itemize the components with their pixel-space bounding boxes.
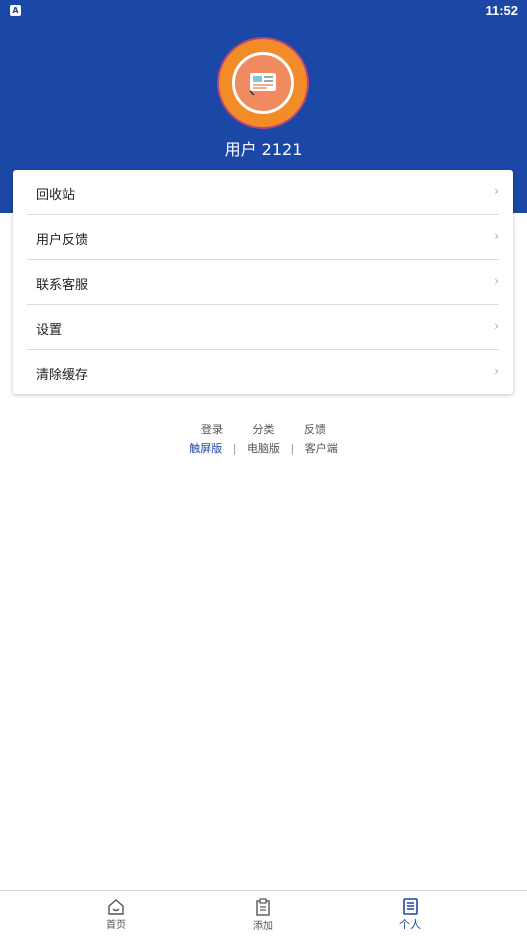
menu-item-label: 设置 [36,323,63,338]
tab-home[interactable]: 首页 [86,898,146,931]
footer-version-switcher: 触屏版 | 电脑版 | 客户端 [0,440,527,456]
tab-label: 个人 [399,918,421,931]
menu-item-label: 回收站 [36,188,76,203]
menu-item-contact-support[interactable]: 联系客服 › [27,260,499,305]
footer-link-feedback[interactable]: 反馈 [304,421,326,437]
mode-client[interactable]: 客户端 [305,440,338,456]
tab-add[interactable]: 添加 [233,898,293,932]
chevron-right-icon: › [494,229,499,243]
profile-icon [403,898,418,915]
mode-desktop[interactable]: 电脑版 [247,440,280,456]
tab-label: 首页 [106,920,126,931]
bottom-tab-bar: 首页 添加 个人 [0,890,527,937]
menu-item-label: 清除缓存 [36,368,89,383]
chevron-right-icon: › [494,184,499,198]
footer-links: 登录 分类 反馈 [0,421,527,437]
username: 用户 2121 [224,140,303,159]
avatar-inner [232,52,294,114]
footer-link-login[interactable]: 登录 [201,421,223,437]
chevron-right-icon: › [494,274,499,288]
footer-link-category[interactable]: 分类 [253,421,275,437]
menu-item-label: 用户反馈 [36,233,89,248]
add-icon [256,898,270,916]
status-time: 11:52 [485,3,518,18]
menu-item-user-feedback[interactable]: 用户反馈 › [27,215,499,260]
tab-profile[interactable]: 个人 [380,898,440,932]
separator: | [232,442,237,455]
chevron-right-icon: › [494,364,499,378]
menu-item-settings[interactable]: 设置 › [27,305,499,350]
status-bar: A 11:52 [0,0,527,22]
home-icon [108,899,124,915]
chevron-right-icon: › [494,319,499,333]
menu-item-recycle-bin[interactable]: 回收站 › [27,170,499,215]
separator: | [290,442,295,455]
menu-item-label: 联系客服 [36,278,89,293]
settings-menu: 回收站 › 用户反馈 › 联系客服 › 设置 › 清除缓存 › [13,170,513,394]
tab-label: 添加 [253,921,273,932]
mode-touch[interactable]: 触屏版 [189,440,222,456]
avatar[interactable] [219,39,307,127]
app-notification-icon: A [10,5,21,16]
newspaper-icon [249,73,276,95]
menu-item-clear-cache[interactable]: 清除缓存 › [27,350,499,395]
